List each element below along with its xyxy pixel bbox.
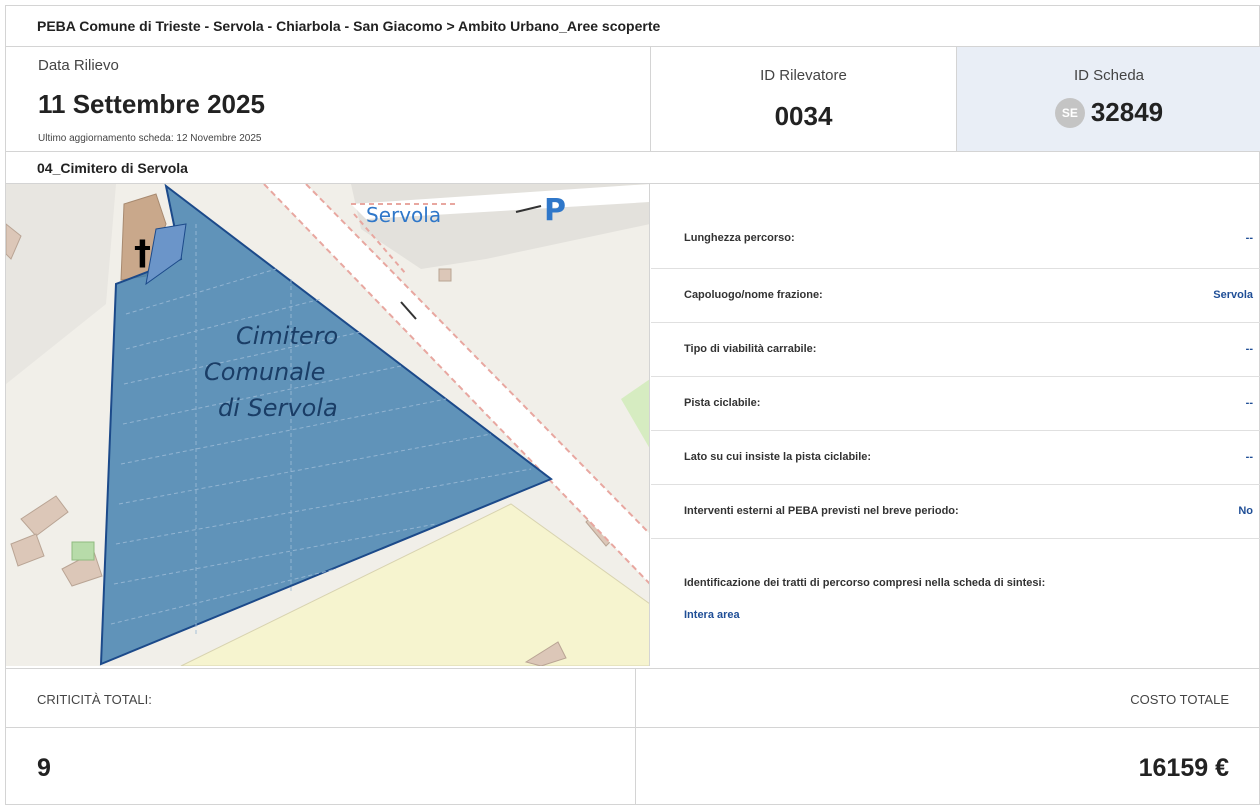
prop-row-tratti: Identificazione dei tratti di percorso c… [651,539,1260,666]
sheet-id-label: ID Scheda [1073,67,1145,84]
area-label-line3: di Servola [218,394,338,422]
map-canvas: † Servola P Cimitero Comunale di Servola [6,184,649,666]
costo-head-cell: COSTO TOTALE [636,669,1260,727]
criticita-head-cell: CRITICITÀ TOTALI: [6,669,636,727]
parking-icon: P [544,193,566,228]
costo-value-cell: 16159 € [636,728,1260,805]
prop-label: Interventi esterni al PEBA previsti nel … [684,505,959,517]
area-label-line1: Cimitero [236,322,338,350]
survey-date-value: 11 Settembre 2025 [38,89,265,119]
summary-sheet: PEBA Comune di Trieste - Servola - Chiar… [5,5,1260,805]
prop-row-lato: Lato su cui insiste la pista ciclabile: … [651,431,1260,485]
costo-value: 16159 € [1138,754,1229,782]
properties-panel: Lunghezza percorso: -- Capoluogo/nome fr… [651,184,1260,666]
section-title: 04_Cimitero di Servola [6,152,1259,184]
last-update-text: Ultimo aggiornamento scheda: 12 Novembre… [38,133,262,144]
prop-value: -- [1245,451,1253,463]
prop-label: Lato su cui insiste la pista ciclabile: [684,451,872,463]
svg-text:†: † [134,233,151,273]
criticita-value: 9 [37,754,51,782]
prop-value: No [1238,505,1253,517]
surveyor-label: ID Rilevatore [760,67,847,84]
sheet-id-cell: ID Scheda SE 32849 [957,47,1260,151]
sheet-id-value: 32849 [1090,97,1164,127]
prop-value: -- [1245,232,1253,244]
prop-label: Pista ciclabile: [684,397,761,409]
breadcrumb: PEBA Comune di Trieste - Servola - Chiar… [6,6,1259,47]
prop-value: Servola [1213,289,1253,301]
prop-row-frazione: Capoluogo/nome frazione: Servola [651,269,1260,323]
surveyor-value: 0034 [774,101,833,131]
header-row: Data Rilievo 11 Settembre 2025 Ultimo ag… [6,47,1260,152]
prop-label: Identificazione dei tratti di percorso c… [684,577,1046,589]
criticita-label: CRITICITÀ TOTALI: [37,692,152,707]
prop-row-interventi: Interventi esterni al PEBA previsti nel … [651,485,1260,539]
map-view[interactable]: † Servola P Cimitero Comunale di Servola [6,184,650,666]
prop-label: Lunghezza percorso: [684,232,795,244]
prop-row-pista: Pista ciclabile: -- [651,377,1260,431]
prop-label: Tipo di viabilità carrabile: [684,343,817,355]
place-label: Servola [366,203,441,227]
sheet-type-badge: SE [1054,97,1085,128]
area-label-line2: Comunale [204,358,325,386]
prop-value: -- [1245,343,1253,355]
sheet-id-value-wrap: SE 32849 [957,97,1260,128]
totals-value-row: 9 16159 € [6,728,1259,805]
criticita-value-cell: 9 [6,728,636,805]
prop-row-length: Lunghezza percorso: -- [651,184,1260,269]
costo-label: COSTO TOTALE [1130,692,1229,707]
survey-date-label: Data Rilievo [38,57,119,74]
prop-label: Capoluogo/nome frazione: [684,289,823,301]
prop-value: -- [1245,397,1253,409]
survey-date-cell: Data Rilievo 11 Settembre 2025 Ultimo ag… [6,47,651,151]
surveyor-cell: ID Rilevatore 0034 [651,47,957,151]
prop-value: Intera area [684,609,740,621]
prop-row-viabilita: Tipo di viabilità carrabile: -- [651,323,1260,377]
totals-header-row: CRITICITÀ TOTALI: COSTO TOTALE [6,668,1259,728]
